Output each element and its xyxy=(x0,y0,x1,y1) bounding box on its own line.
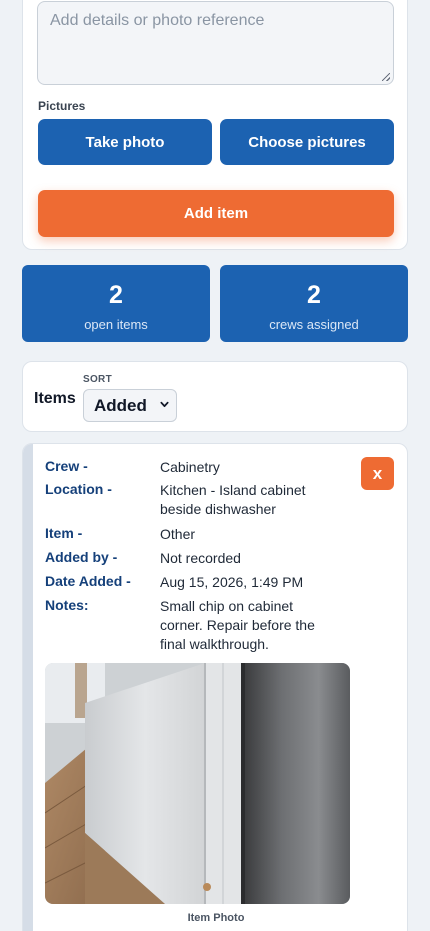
added-by-value: Not recorded xyxy=(160,550,241,566)
resize-grip-icon[interactable] xyxy=(382,73,390,81)
location-key: Location - xyxy=(45,481,112,497)
delete-item-button[interactable]: x xyxy=(361,457,394,490)
item-card: Crew - Cabinetry Location - Kitchen - Is… xyxy=(22,443,408,931)
date-added-key: Date Added - xyxy=(45,573,131,589)
add-item-button[interactable]: Add item xyxy=(38,190,394,237)
crews-assigned-label: crews assigned xyxy=(269,317,359,332)
items-heading: Items xyxy=(34,390,76,407)
cabinet-photo-image xyxy=(45,663,350,904)
sort-label: SORT xyxy=(83,374,112,385)
date-added-value: Aug 15, 2026, 1:49 PM xyxy=(160,574,304,590)
notes-value: Small chip on cabinet corner. Repair bef… xyxy=(160,598,315,652)
open-items-label: open items xyxy=(84,317,148,332)
notes-key: Notes: xyxy=(45,597,89,613)
chevron-down-icon xyxy=(160,401,169,408)
open-items-count: 2 xyxy=(109,281,123,309)
notes-placeholder: Add details or photo reference xyxy=(50,12,265,29)
crew-value: Cabinetry xyxy=(160,459,220,475)
notes-textarea[interactable]: Add details or photo reference xyxy=(37,1,394,85)
item-type-value: Other xyxy=(160,526,196,542)
crew-key: Crew - xyxy=(45,458,88,474)
photo-caption: Item Photo xyxy=(187,912,245,924)
sort-select[interactable]: Added xyxy=(83,389,177,422)
added-by-key: Added by - xyxy=(45,549,118,565)
item-card-accent xyxy=(23,444,33,931)
crews-assigned-stat: 2 crews assigned xyxy=(220,265,408,342)
add-item-form: Add details or photo reference Pictures … xyxy=(22,0,408,250)
location-value: Kitchen - Island cabinet beside dishwash… xyxy=(160,482,306,517)
open-items-stat: 2 open items xyxy=(22,265,210,342)
crews-assigned-count: 2 xyxy=(307,281,321,309)
sort-selected-value: Added xyxy=(94,395,147,415)
item-type-key: Item - xyxy=(45,525,83,541)
pictures-label: Pictures xyxy=(38,99,86,113)
choose-pictures-button[interactable]: Choose pictures xyxy=(220,119,394,165)
item-photo[interactable] xyxy=(45,663,350,904)
take-photo-button[interactable]: Take photo xyxy=(38,119,212,165)
items-sort-bar: Items SORT Added xyxy=(22,361,408,432)
